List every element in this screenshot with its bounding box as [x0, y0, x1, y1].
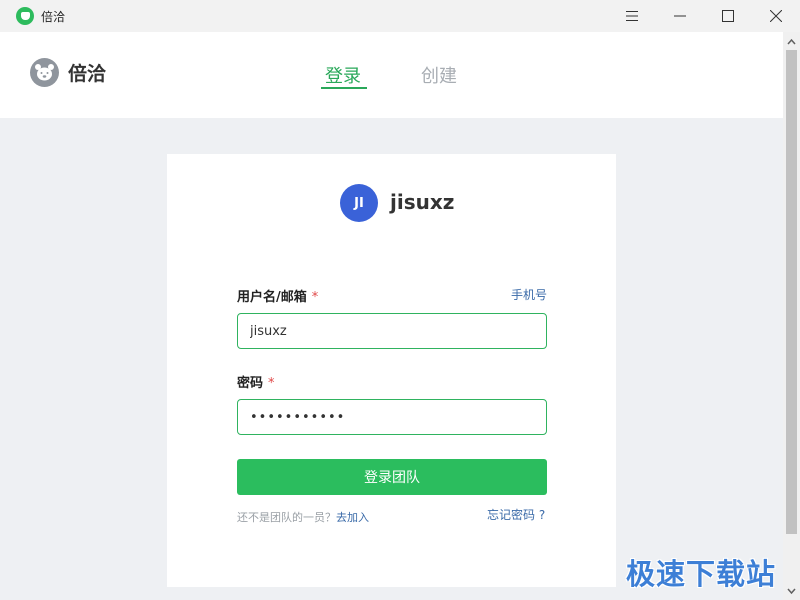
required-mark: *: [311, 290, 319, 305]
active-tab-underline: [321, 87, 367, 89]
vertical-scrollbar[interactable]: [783, 32, 800, 600]
username-input[interactable]: [237, 313, 547, 349]
tab-create[interactable]: 创建: [421, 62, 457, 88]
scroll-down-icon[interactable]: [786, 587, 797, 595]
watermark: 极速下载站: [626, 557, 777, 591]
login-card: JI jisuxz 用户名/邮箱 * 手机号 密码 * 登录团队 还不是团队的一员？…: [167, 154, 616, 587]
required-mark: *: [268, 376, 275, 391]
brand-name: 倍洽: [68, 63, 107, 85]
password-label: 密码 *: [237, 372, 275, 391]
scroll-up-icon[interactable]: [786, 38, 797, 46]
bear-logo-icon: [30, 58, 59, 87]
maximize-button[interactable]: [704, 0, 752, 32]
join-hint-text: 还不是团队的一员？: [237, 511, 336, 524]
window-title: 倍洽: [41, 10, 66, 24]
title-bar: 倍洽: [0, 0, 800, 32]
app-icon: [16, 7, 34, 25]
forgot-password-link[interactable]: 忘记密码 ?: [487, 506, 545, 523]
hamburger-icon: [626, 11, 638, 21]
team-name: jisuxz: [390, 190, 455, 214]
password-input[interactable]: [237, 399, 547, 435]
team-avatar: JI: [340, 184, 378, 222]
username-label-text: 用户名/邮箱: [237, 290, 307, 305]
menu-button[interactable]: [608, 0, 656, 32]
minimize-button[interactable]: [656, 0, 704, 32]
username-label: 用户名/邮箱 *: [237, 286, 318, 305]
phone-login-link[interactable]: 手机号: [511, 286, 547, 303]
password-label-text: 密码: [237, 376, 264, 391]
scroll-thumb[interactable]: [786, 50, 797, 534]
close-icon: [770, 10, 782, 22]
app-header: 倍洽 登录 创建: [0, 32, 783, 118]
join-link[interactable]: 去加入: [336, 511, 369, 524]
tab-login[interactable]: 登录: [325, 62, 361, 88]
minimize-icon: [674, 15, 686, 17]
join-hint: 还不是团队的一员？去加入: [237, 509, 369, 525]
close-button[interactable]: [752, 0, 800, 32]
login-team-button[interactable]: 登录团队: [237, 459, 547, 495]
maximize-icon: [722, 10, 734, 22]
